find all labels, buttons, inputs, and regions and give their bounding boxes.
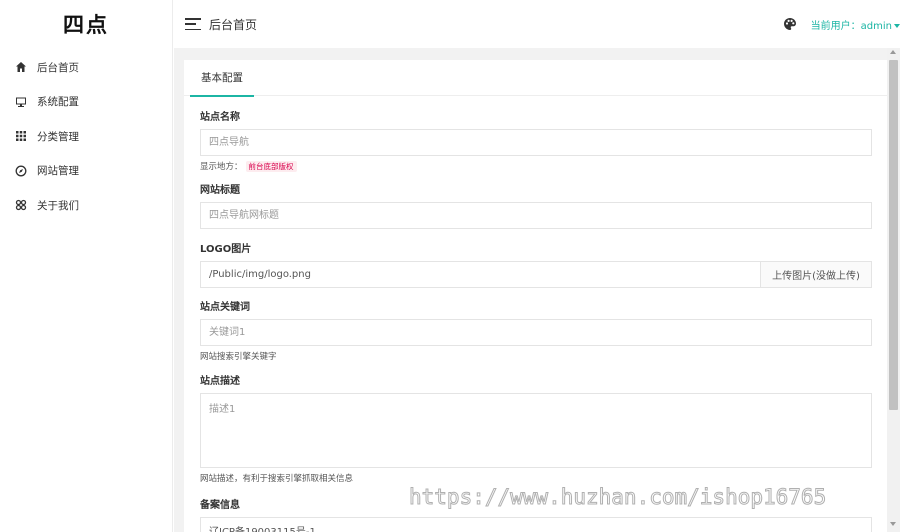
site-name-help-prefix: 显示地方： [200, 162, 243, 172]
description-label: 站点描述 [200, 376, 240, 387]
sidebar-item-category[interactable]: 分类管理 [0, 119, 172, 154]
logo-path-input[interactable] [200, 261, 760, 288]
current-user-label: 当前用户：admin [810, 20, 892, 32]
logo-label: LOGO图片 [200, 244, 252, 255]
icp-label: 备案信息 [200, 500, 240, 511]
home-icon [15, 61, 27, 73]
sidebar-item-label: 网站管理 [37, 165, 79, 178]
upload-image-button[interactable]: 上传图片(没做上传) [760, 261, 872, 288]
current-user-menu[interactable]: 当前用户：admin [811, 17, 900, 32]
sidebar-nav: 后台首页 系统配置 分类管理 网站管理 关于我们 [0, 50, 172, 223]
app-logo: 四点 [63, 13, 109, 37]
site-name-input[interactable] [200, 129, 872, 156]
sidebar: 四点 后台首页 系统配置 分类管理 网站管理 关于我们 [0, 0, 173, 532]
sidebar-item-label: 系统配置 [37, 96, 79, 109]
description-help: 网站描述，有利于搜索引擎抓取相关信息 [200, 474, 354, 484]
scrollbar-thumb[interactable] [889, 60, 898, 410]
config-card: 基本配置 站点名称 显示地方：前台底部版权 网站标题 LOGO图片 上传图片(没… [184, 60, 887, 532]
sidebar-item-about[interactable]: 关于我们 [0, 188, 172, 223]
keywords-input[interactable] [200, 319, 872, 346]
sidebar-item-home[interactable]: 后台首页 [0, 50, 172, 85]
site-name-help: 显示地方： 前台底部版权 [200, 161, 871, 173]
monitor-icon [15, 96, 27, 108]
scroll-down-arrow-icon[interactable] [890, 522, 896, 526]
palette-icon[interactable] [783, 17, 797, 31]
sidebar-item-website[interactable]: 网站管理 [0, 154, 172, 189]
logo-upload-row: 上传图片(没做上传) [200, 261, 872, 288]
clover-icon [15, 199, 27, 211]
site-name-help-tag: 前台底部版权 [245, 161, 297, 172]
main-content: 基本配置 站点名称 显示地方：前台底部版权 网站标题 LOGO图片 上传图片(没… [174, 48, 887, 532]
page-scrollbar[interactable] [887, 48, 900, 532]
site-name-label: 站点名称 [200, 112, 240, 123]
header-right: 当前用户：admin [783, 0, 900, 48]
site-title-input[interactable] [200, 202, 872, 229]
page-title: 后台首页 [209, 17, 258, 32]
description-textarea[interactable] [200, 393, 872, 468]
sidebar-item-system-config[interactable]: 系统配置 [0, 85, 172, 120]
site-title-label: 网站标题 [200, 185, 240, 196]
icp-input[interactable] [200, 517, 872, 532]
tab-basic-config[interactable]: 基本配置 [190, 60, 254, 97]
keywords-help: 网站搜索引擎关键字 [200, 352, 277, 362]
grid-icon [15, 130, 27, 142]
scroll-up-arrow-icon[interactable] [890, 50, 896, 54]
config-form: 站点名称 显示地方：前台底部版权 网站标题 LOGO图片 上传图片(没做上传) … [184, 111, 887, 532]
sidebar-item-label: 分类管理 [37, 130, 79, 143]
top-header: 后台首页 当前用户：admin [174, 0, 900, 48]
sidebar-item-label: 关于我们 [37, 199, 79, 212]
menu-toggle-icon[interactable] [185, 18, 201, 30]
tab-bar: 基本配置 [184, 60, 887, 97]
compass-icon [15, 165, 27, 177]
sidebar-item-label: 后台首页 [37, 61, 79, 74]
chevron-down-icon [894, 23, 900, 28]
keywords-label: 站点关键词 [200, 302, 250, 313]
